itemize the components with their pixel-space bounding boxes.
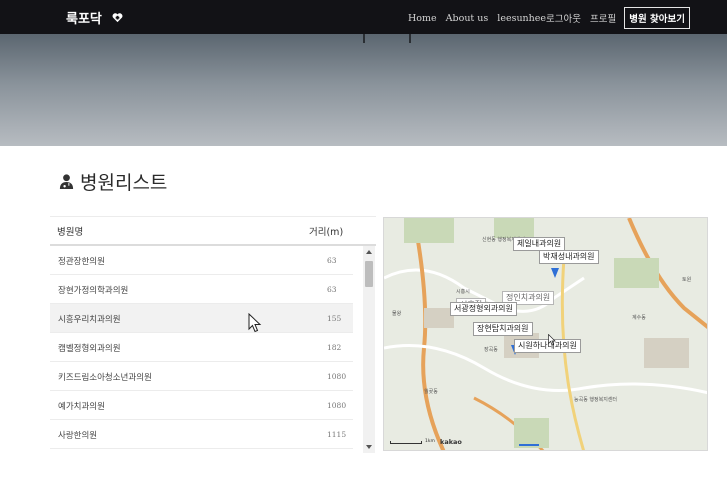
nav-profile[interactable]: 프로필 xyxy=(590,11,616,25)
hospital-distance: 1115 xyxy=(327,430,347,439)
hospital-name: 장현가정의학과의원 xyxy=(58,286,129,296)
hospital-distance: 63 xyxy=(327,285,337,294)
map-marker-icon[interactable] xyxy=(551,268,559,278)
scale-bar xyxy=(390,441,422,444)
cursor-icon xyxy=(548,334,556,346)
hospital-distance: 1080 xyxy=(327,401,347,410)
column-header-name: 병원명 xyxy=(57,226,84,238)
map-logo: kakao xyxy=(440,438,462,446)
table-header: 병원명 거리(m) xyxy=(50,216,376,246)
page-title: 병원리스트 xyxy=(80,172,168,194)
page: 룩포닥 Home About us leesunhee 로그아웃 프로필 병원 … xyxy=(0,0,727,492)
place-label: 계수동 xyxy=(632,315,646,321)
place-label: 물왕 xyxy=(392,311,402,317)
hero-decoration xyxy=(409,34,411,43)
table-scrollbar[interactable] xyxy=(363,246,375,453)
table-row[interactable]: 캠벨정형외과의원 182 xyxy=(50,333,353,362)
scroll-up-icon[interactable] xyxy=(366,250,372,254)
top-navbar: 룩포닥 Home About us leesunhee 로그아웃 프로필 병원 … xyxy=(0,0,727,34)
table-row[interactable]: 장현가정의학과의원 63 xyxy=(50,275,353,304)
table-body: 정관장한의원 63 장현가정의학과의원 63 시흥우리치과의원 155 캠벨정형… xyxy=(50,246,362,453)
place-label: 토원 xyxy=(682,277,692,283)
nav-about[interactable]: About us xyxy=(446,13,489,24)
hospital-distance: 63 xyxy=(327,256,337,265)
hospital-name: 사랑한의원 xyxy=(58,431,98,441)
table-row[interactable]: 키즈드림소아청소년과의원 1080 xyxy=(50,362,353,391)
hospital-map[interactable]: 신현동 행정복지센터 월곶동 능곡동 행정복지센터 토원 시흥시 물왕 장곡동 … xyxy=(383,217,708,451)
scale-text: 1km xyxy=(425,439,435,444)
brand-title: 룩포닥 xyxy=(66,12,102,27)
place-label: 장곡동 xyxy=(484,347,498,353)
hospital-distance: 1080 xyxy=(327,372,347,381)
table-row[interactable]: 사랑한의원 1115 xyxy=(50,420,353,449)
map-label[interactable]: 서광정형외과의원 xyxy=(450,302,517,316)
nav-username[interactable]: leesunhee xyxy=(497,13,546,24)
cursor-icon xyxy=(248,313,262,333)
hero-banner xyxy=(0,34,727,146)
place-label: 월곶동 xyxy=(424,389,438,395)
place-label: 시흥시 xyxy=(456,289,470,295)
heart-icon xyxy=(112,13,123,23)
map-scale: 1km xyxy=(390,439,435,444)
column-header-distance: 거리(m) xyxy=(309,226,344,238)
map-label[interactable]: 장현탑치과의원 xyxy=(473,322,533,336)
brand[interactable]: 룩포닥 xyxy=(66,8,123,27)
hospital-name: 키즈드림소아청소년과의원 xyxy=(58,373,152,383)
place-label: 능곡동 행정복지센터 xyxy=(574,397,617,403)
nav-menu: Home About us leesunhee 로그아웃 프로필 병원 찾아보기 xyxy=(399,7,690,29)
section-heading: 병원리스트 xyxy=(58,168,167,195)
scroll-down-icon[interactable] xyxy=(366,445,372,449)
doctor-icon xyxy=(59,174,74,190)
hospital-name: 예가치과의원 xyxy=(58,402,105,412)
hospital-name: 정관장한의원 xyxy=(58,257,105,267)
map-label[interactable]: 박재성내과의원 xyxy=(539,250,599,264)
hospital-distance: 155 xyxy=(327,314,342,323)
hospital-name: 시흥우리치과의원 xyxy=(58,315,121,325)
nav-home[interactable]: Home xyxy=(408,13,437,24)
scroll-thumb[interactable] xyxy=(365,261,373,287)
table-row[interactable]: 정관장한의원 63 xyxy=(50,246,353,275)
table-row[interactable]: 시흥우리치과의원 155 xyxy=(50,304,353,333)
table-row[interactable]: 예가치과의원 1080 xyxy=(50,391,353,420)
find-hospital-button[interactable]: 병원 찾아보기 xyxy=(624,7,690,29)
nav-logout[interactable]: 로그아웃 xyxy=(546,11,581,25)
map-label[interactable]: 제일내과의원 xyxy=(513,237,566,251)
hospital-distance: 182 xyxy=(327,343,342,352)
hospital-name: 캠벨정형외과의원 xyxy=(58,344,121,354)
hospital-table: 병원명 거리(m) 정관장한의원 63 장현가정의학과의원 63 시흥우리치과의… xyxy=(50,216,376,453)
hero-decoration xyxy=(363,34,365,43)
